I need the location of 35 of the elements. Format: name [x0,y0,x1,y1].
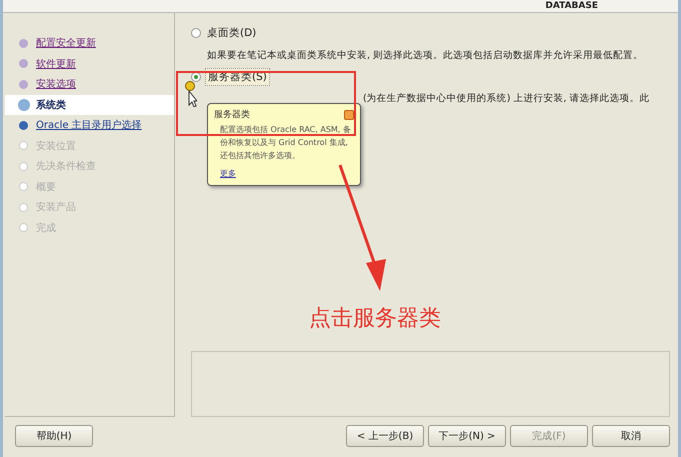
step-icon [19,80,28,89]
step-item: 安装产品 [5,197,174,218]
product-name: DATABASE [545,2,598,10]
step-item: 概要 [5,176,174,197]
annotation-text: 点击服务器类 [309,305,441,333]
step-icon [19,162,28,171]
nav-button[interactable]: 下一步(N) > [428,425,506,447]
step-item[interactable]: 软件更新 [5,54,174,74]
tooltip-title: 服务器类 [214,108,250,121]
help-cursor-icon [185,81,197,107]
step-icon [19,223,28,232]
step-icon [19,59,28,68]
close-icon[interactable] [344,110,354,120]
nav-button[interactable]: < 上一步(B) [346,425,424,447]
option-description: 如果要在笔记本或桌面类系统中安装, 则选择此选项。此选项包括启动数据库并允许采用最低配置。 [207,49,644,62]
step-item[interactable]: Oracle 主目录用户选择 [5,115,174,136]
option-label[interactable]: 桌面类(D) [205,25,258,41]
step-item[interactable]: 系统类 [5,94,174,115]
step-icon [18,98,30,111]
step-item: 完成 [5,218,174,238]
step-item: 先决条件检查 [5,156,174,176]
nav-button[interactable]: 取消 [592,425,670,447]
step-icon [19,182,28,192]
help-button[interactable]: 帮助(H) [15,425,93,447]
more-link[interactable]: 更多 [220,169,236,178]
step-icon [19,202,28,212]
step-item[interactable]: 配置安全更新 [5,33,174,54]
step-icon [19,38,28,48]
option-description: (为在生产数据中心中使用的系统) 上进行安装, 请选择此选项。此 [363,92,650,105]
step-icon [19,141,28,150]
radio-button[interactable] [191,28,201,38]
step-item[interactable]: 安装选项 [5,74,174,94]
step-icon [19,120,28,130]
step-item: 安装位置 [5,136,174,156]
tooltip-text: 配置选项包括 Oracle RAC, ASM, 备份和恢复以及与 Grid Control 集成, 还包括其他许多选项。 [220,124,352,162]
